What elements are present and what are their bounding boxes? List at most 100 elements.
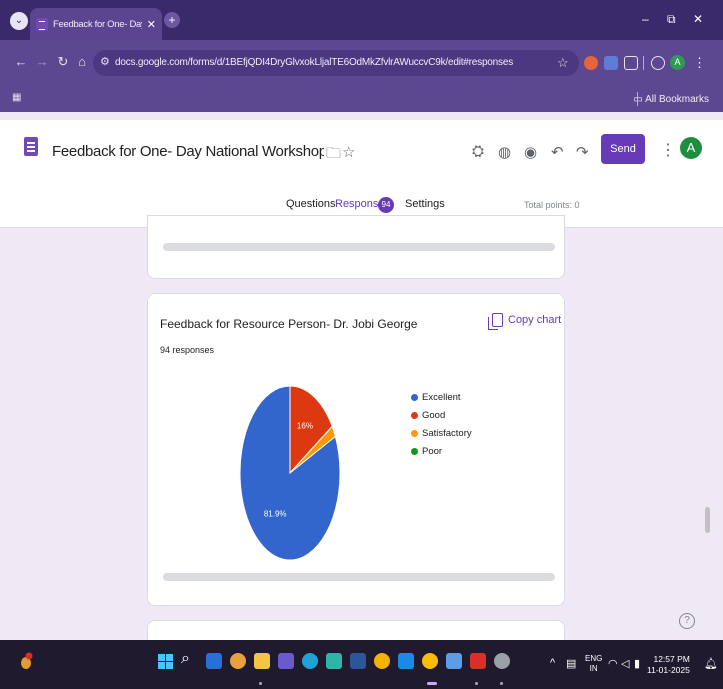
page-scrollbar-thumb[interactable] <box>705 507 710 533</box>
taskbar-app-icon-1[interactable] <box>206 653 222 669</box>
chrome-profile-icon[interactable] <box>422 653 438 669</box>
tab-search-chevron-icon[interactable]: ⌄ <box>10 12 28 30</box>
toolbar-divider <box>643 56 644 70</box>
bookmark-star-icon[interactable]: ☆ <box>557 55 569 71</box>
clock[interactable]: 12:57 PM 11-01-2025 <box>647 654 690 676</box>
tab-title: Feedback for One- Day Nation <box>53 18 142 30</box>
copy-icon <box>488 313 503 330</box>
legend-item-excellent: Excellent <box>411 388 472 406</box>
all-bookmarks-link[interactable]: ▭ All Bookmarks <box>633 94 709 105</box>
star-icon[interactable]: ☆ <box>342 143 355 161</box>
extension-circle-icon[interactable] <box>651 56 665 70</box>
preview-eye-icon[interactable]: ◉ <box>524 143 537 161</box>
form-title[interactable]: Feedback for One- Day National Workshop … <box>52 143 324 160</box>
account-avatar[interactable]: A <box>680 137 702 159</box>
all-bookmarks-label: All Bookmarks <box>645 94 709 105</box>
weather-icon[interactable] <box>18 652 34 670</box>
url-text[interactable]: docs.google.com/forms/d/1BEfjQDI4DryGlvx… <box>115 57 513 68</box>
close-window-icon[interactable]: ✕ <box>693 12 703 26</box>
extension-red-icon[interactable] <box>584 56 598 70</box>
settings-gear-icon[interactable] <box>494 653 510 669</box>
battery-icon[interactable]: ▮ <box>634 657 640 670</box>
responses-count-badge: 94 <box>378 197 394 213</box>
legend-item-good: Good <box>411 406 472 424</box>
apps-grid-icon[interactable]: ▦ <box>12 92 21 103</box>
reload-icon[interactable]: ↻ <box>56 54 70 70</box>
undo-icon[interactable]: ↶ <box>551 143 564 161</box>
taskbar-app-icon-9[interactable] <box>398 653 414 669</box>
restore-icon[interactable]: ⧉ <box>667 12 676 27</box>
legend-label-poor: Poor <box>422 445 443 457</box>
legend-swatch-poor <box>411 447 418 455</box>
legend-swatch-satisfactory <box>411 429 418 437</box>
question-summary-card <box>147 293 565 606</box>
legend-item-satisfactory: Satisfactory <box>411 424 472 442</box>
chart-legend: Excellent Good Satisfactory Poor <box>411 388 472 460</box>
minimize-icon[interactable]: – <box>642 12 649 26</box>
word-icon[interactable] <box>350 653 366 669</box>
legend-item-poor: Poor <box>411 442 472 460</box>
back-arrow-icon[interactable]: ← <box>14 54 28 69</box>
send-button[interactable]: Send <box>601 134 645 164</box>
file-explorer-icon[interactable] <box>254 653 270 669</box>
google-forms-favicon-icon <box>36 17 48 31</box>
browser-tab[interactable]: Feedback for One- Day Nation ✕ <box>30 8 162 40</box>
help-icon[interactable]: ? <box>679 613 695 629</box>
clock-date: 11-01-2025 <box>647 665 690 675</box>
taskbar-app-icon-2[interactable] <box>230 653 246 669</box>
taskbar-app-icon-6[interactable] <box>326 653 342 669</box>
taskbar-app-icon-11[interactable] <box>446 653 462 669</box>
profile-icon[interactable]: A <box>670 55 685 70</box>
windows-start-icon[interactable] <box>158 654 173 669</box>
copy-chart-label: Copy chart <box>508 314 562 326</box>
site-settings-icon[interactable]: ⚙ <box>100 55 110 68</box>
pie-label-good: 16% <box>297 422 313 431</box>
tab-settings[interactable]: Settings <box>405 198 445 210</box>
region-code: IN <box>589 664 598 673</box>
running-indicator <box>259 682 262 685</box>
next-question-card <box>147 620 565 640</box>
customize-theme-palette-icon[interactable]: ◍ <box>498 143 511 161</box>
language-indicator[interactable]: ENG IN <box>585 654 602 674</box>
redo-icon[interactable]: ↷ <box>576 143 589 161</box>
running-indicator <box>475 682 478 685</box>
legend-swatch-excellent <box>411 393 418 401</box>
legend-label-excellent: Excellent <box>422 391 461 403</box>
extension-blue-icon[interactable] <box>604 56 618 70</box>
clock-time: 12:57 PM <box>653 654 690 664</box>
move-to-folder-icon[interactable]: 🗀 <box>326 143 341 168</box>
running-indicator <box>500 682 503 685</box>
folder-icon: ▭ <box>633 94 646 105</box>
taskbar-app-icon-4[interactable] <box>278 653 294 669</box>
tab-questions[interactable]: Questions <box>286 198 336 210</box>
language-code: ENG <box>585 654 603 663</box>
taskbar-search-icon[interactable]: ⌕ <box>181 650 190 668</box>
google-forms-logo-icon[interactable] <box>24 137 38 156</box>
tab-close-icon[interactable]: ✕ <box>147 18 156 31</box>
legend-swatch-good <box>411 411 418 419</box>
new-tab-plus-icon[interactable]: + <box>164 12 180 28</box>
extensions-puzzle-icon[interactable] <box>624 56 638 70</box>
forward-arrow-icon[interactable]: → <box>35 54 49 69</box>
home-icon[interactable]: ⌂ <box>75 54 89 69</box>
notification-bell-icon[interactable]: 🔔︎ <box>704 657 718 670</box>
edge-browser-icon[interactable] <box>302 653 318 669</box>
acrobat-icon[interactable] <box>470 653 486 669</box>
keyboard-icon[interactable]: ▤ <box>566 657 576 670</box>
chrome-icon[interactable] <box>374 653 390 669</box>
legend-label-good: Good <box>422 409 446 421</box>
pie-chart: 16% 81.9% <box>239 385 341 561</box>
previous-card-scrollbar[interactable] <box>163 243 555 251</box>
chrome-menu-icon[interactable]: ⋮ <box>693 55 706 71</box>
bookmarks-bar <box>0 86 723 112</box>
copy-chart-button[interactable]: Copy chart <box>488 313 562 330</box>
legend-label-satisfactory: Satisfactory <box>422 427 472 439</box>
add-ons-icon[interactable]: ⛭ <box>472 143 484 160</box>
show-hidden-icons-chevron-icon[interactable]: ^ <box>550 657 555 669</box>
active-app-indicator <box>427 682 437 685</box>
wifi-icon[interactable]: ◠ <box>608 657 618 670</box>
volume-icon[interactable]: ◁ <box>621 657 629 670</box>
more-options-icon[interactable]: ⋮ <box>660 140 676 160</box>
chart-card-scrollbar[interactable] <box>163 573 555 581</box>
question-title: Feedback for Resource Person- Dr. Jobi G… <box>160 317 418 331</box>
